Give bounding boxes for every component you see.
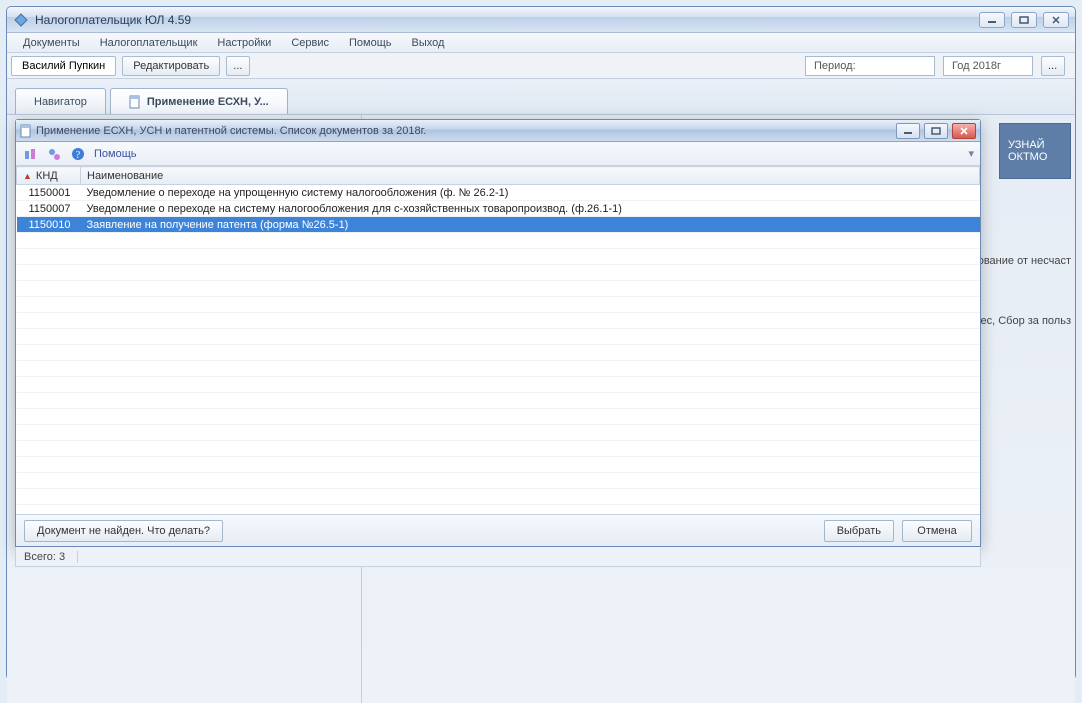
table-row xyxy=(17,361,980,377)
table-row xyxy=(17,313,980,329)
child-maximize-button[interactable] xyxy=(924,123,948,139)
menu-service[interactable]: Сервис xyxy=(283,35,337,51)
table-row xyxy=(17,473,980,489)
period-label: Период: xyxy=(814,60,856,72)
col-name[interactable]: Наименование xyxy=(81,167,980,185)
menu-taxpayer[interactable]: Налогоплательщик xyxy=(92,35,206,51)
table-row xyxy=(17,297,980,313)
child-statusbar: Всего: 3 xyxy=(15,547,981,567)
menu-help[interactable]: Помощь xyxy=(341,35,400,51)
cell-knd: 1150007 xyxy=(17,201,81,217)
menu-documents[interactable]: Документы xyxy=(15,35,88,51)
main-window-controls xyxy=(979,12,1069,28)
table-row[interactable]: 1150010Заявление на получение патента (ф… xyxy=(17,217,980,233)
help-icon[interactable]: ? xyxy=(70,146,86,162)
menu-exit[interactable]: Выход xyxy=(404,35,453,51)
not-found-button[interactable]: Документ не найден. Что делать? xyxy=(24,520,223,542)
app-icon xyxy=(13,12,29,28)
cell-knd: 1150001 xyxy=(17,185,81,201)
document-icon xyxy=(20,124,32,138)
table-row xyxy=(17,489,980,505)
select-button[interactable]: Выбрать xyxy=(824,520,894,542)
period-value: Год 2018г xyxy=(952,60,1001,72)
child-titlebar[interactable]: Применение ЕСХН, УСН и патентной системы… xyxy=(16,120,980,142)
child-toolbar: ? Помощь ▾ xyxy=(16,142,980,166)
table-row xyxy=(17,393,980,409)
cell-name: Уведомление о переходе на систему налого… xyxy=(81,201,980,217)
table-row xyxy=(17,457,980,473)
svg-text:?: ? xyxy=(76,150,81,161)
period-value-box[interactable]: Год 2018г xyxy=(943,56,1033,76)
table-row xyxy=(17,441,980,457)
table-row[interactable]: 1150001Уведомление о переходе на упрощен… xyxy=(17,185,980,201)
tool-icon-1[interactable] xyxy=(22,146,38,162)
period-label-box: Период: xyxy=(805,56,935,76)
content-area: УЗНАЙ ОКТМО кование от несчаст знес, Сбо… xyxy=(7,115,1075,703)
tabbar: Навигатор Применение ЕСХН, У... xyxy=(7,79,1075,115)
child-minimize-button[interactable] xyxy=(896,123,920,139)
cell-name: Заявление на получение патента (форма №2… xyxy=(81,217,980,233)
minimize-button[interactable] xyxy=(979,12,1005,28)
table-row xyxy=(17,377,980,393)
table-row xyxy=(17,281,980,297)
period-block: Период: Год 2018г ... xyxy=(805,56,1071,76)
user-name-box[interactable]: Василий Пупкин xyxy=(11,56,116,76)
cell-knd: 1150010 xyxy=(17,217,81,233)
table-row xyxy=(17,233,980,249)
document-table[interactable]: КНД Наименование 1150001Уведомление о пе… xyxy=(16,166,980,514)
tool-icon-2[interactable] xyxy=(46,146,62,162)
help-link[interactable]: Помощь xyxy=(94,148,137,160)
edit-user-button[interactable]: Редактировать xyxy=(122,56,220,76)
table-row xyxy=(17,345,980,361)
main-window: Налогоплательщик ЮЛ 4.59 Документы Налог… xyxy=(6,6,1076,680)
child-bottom-bar: Документ не найден. Что делать? Выбрать … xyxy=(16,514,980,546)
app-title: Налогоплательщик ЮЛ 4.59 xyxy=(35,13,979,27)
cancel-button[interactable]: Отмена xyxy=(902,520,972,542)
table-row xyxy=(17,249,980,265)
period-more-button[interactable]: ... xyxy=(1041,56,1065,76)
cell-name: Уведомление о переходе на упрощенную сис… xyxy=(81,185,980,201)
tab-active[interactable]: Применение ЕСХН, У... xyxy=(110,88,288,114)
table-row xyxy=(17,265,980,281)
main-titlebar[interactable]: Налогоплательщик ЮЛ 4.59 xyxy=(7,7,1075,33)
user-name: Василий Пупкин xyxy=(22,60,105,72)
chevron-down-icon[interactable]: ▾ xyxy=(968,147,974,160)
child-window-controls xyxy=(896,123,976,139)
user-more-button[interactable]: ... xyxy=(226,56,250,76)
menubar: Документы Налогоплательщик Настройки Сер… xyxy=(7,33,1075,53)
status-total: Всего: 3 xyxy=(24,551,78,563)
table-row xyxy=(17,425,980,441)
userbar: Василий Пупкин Редактировать ... Период:… xyxy=(7,53,1075,79)
col-knd[interactable]: КНД xyxy=(17,167,81,185)
maximize-button[interactable] xyxy=(1011,12,1037,28)
child-window: Применение ЕСХН, УСН и патентной системы… xyxy=(15,119,981,547)
child-close-button[interactable] xyxy=(952,123,976,139)
child-title: Применение ЕСХН, УСН и патентной системы… xyxy=(32,125,896,137)
table-row xyxy=(17,409,980,425)
document-icon xyxy=(129,95,141,109)
table-row[interactable]: 1150007Уведомление о переходе на систему… xyxy=(17,201,980,217)
close-button[interactable] xyxy=(1043,12,1069,28)
table-row xyxy=(17,505,980,515)
tab-navigator[interactable]: Навигатор xyxy=(15,88,106,114)
table-row xyxy=(17,329,980,345)
menu-settings[interactable]: Настройки xyxy=(209,35,279,51)
oktmo-chip[interactable]: УЗНАЙ ОКТМО xyxy=(999,123,1071,179)
